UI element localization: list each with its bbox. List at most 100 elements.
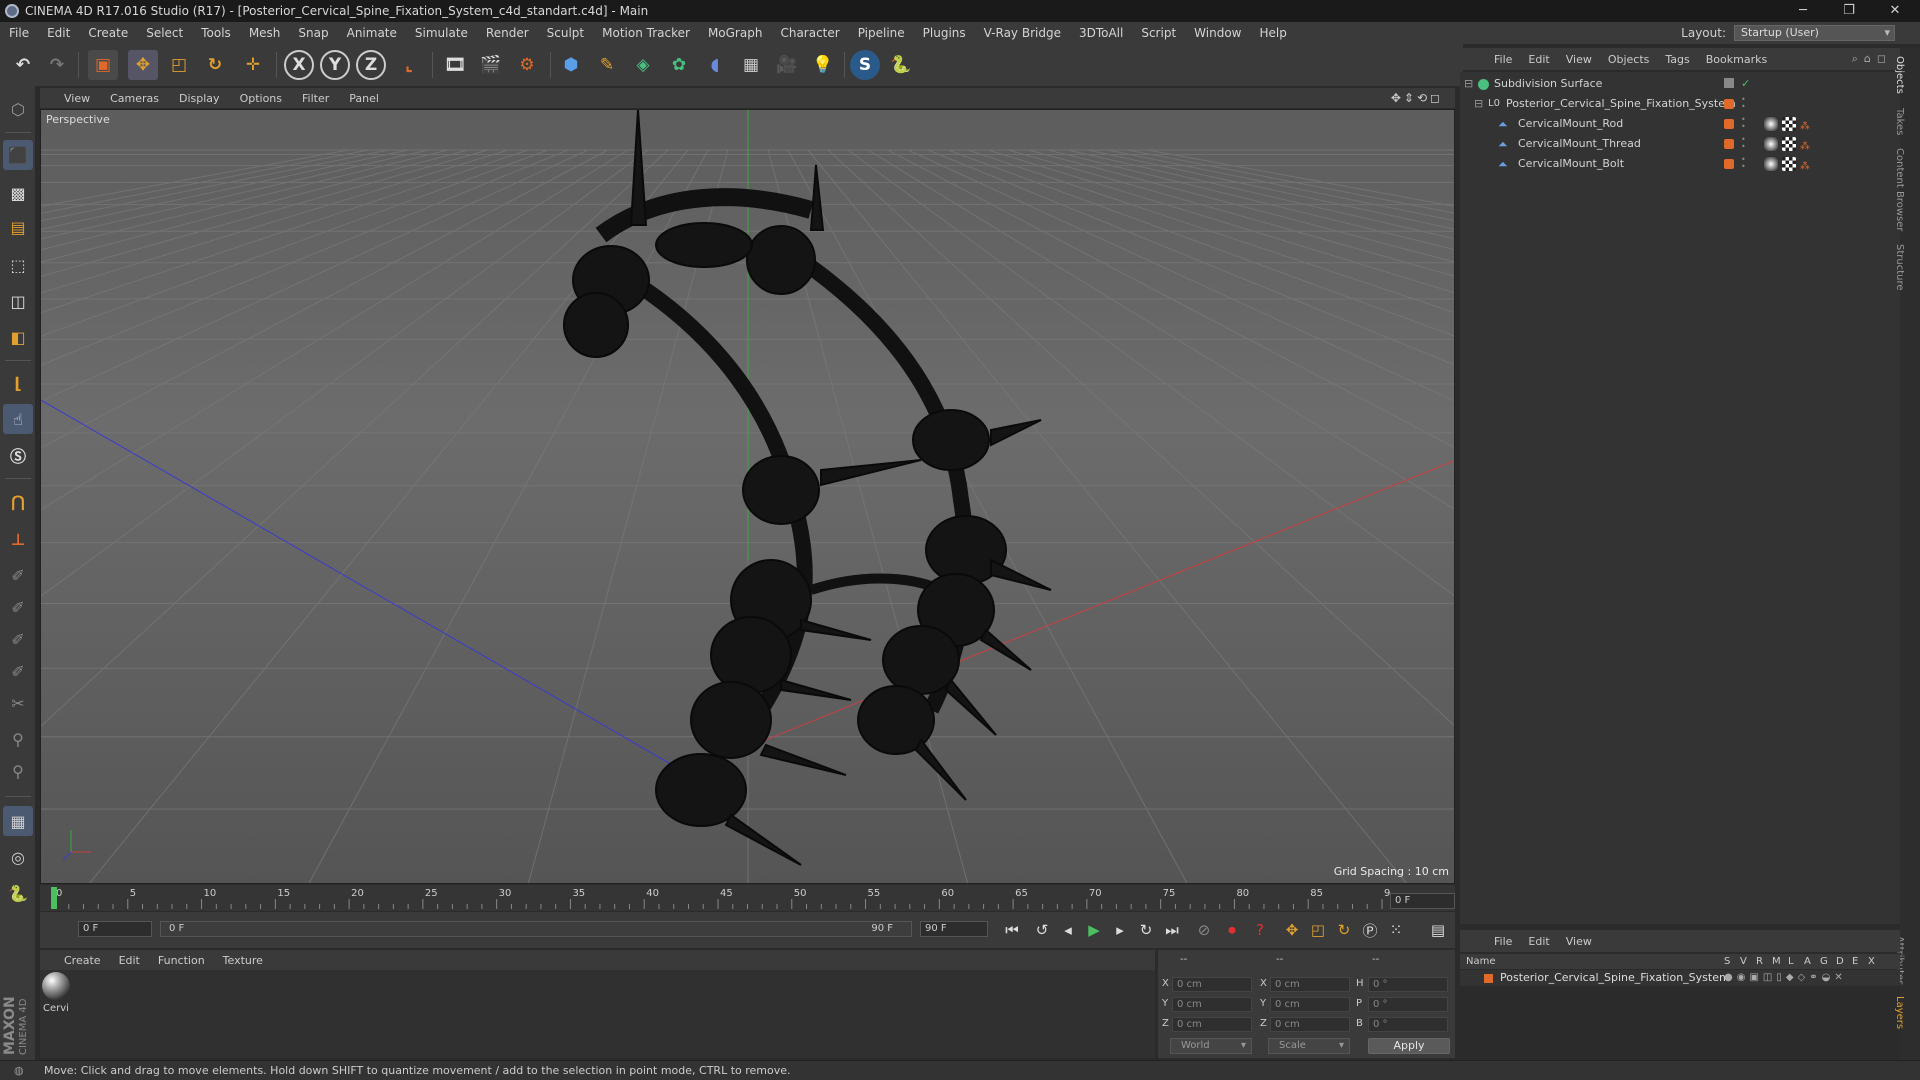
layer-menu-file[interactable]: File bbox=[1486, 935, 1520, 948]
spline-pen-icon[interactable]: ✎ bbox=[592, 50, 622, 80]
render-picture-viewer-icon[interactable]: 🎬 bbox=[476, 50, 506, 80]
timeline-menu-icon[interactable]: ▤ bbox=[1426, 918, 1450, 942]
object-menu-file[interactable]: File bbox=[1486, 53, 1520, 66]
menu-select[interactable]: Select bbox=[137, 26, 192, 40]
layer-menu-view[interactable]: View bbox=[1558, 935, 1600, 948]
material-preview-swatch[interactable] bbox=[42, 972, 70, 1000]
z-axis-lock-button[interactable]: Z bbox=[356, 50, 386, 80]
size-mode-dropdown[interactable]: Scale bbox=[1268, 1038, 1350, 1054]
phong-tag-icon[interactable]: ⁂ bbox=[1800, 117, 1814, 132]
light-icon[interactable]: 💡 bbox=[808, 50, 838, 80]
expand-toggle-icon[interactable]: ⊟ bbox=[1464, 74, 1473, 94]
object-row-cervicalmount-bolt[interactable]: ⏶ CervicalMount_Bolt • • ⁂ bbox=[1460, 154, 1900, 174]
previous-frame-icon[interactable]: ◂ bbox=[1056, 918, 1080, 942]
viewport-menu-panel[interactable]: Panel bbox=[339, 92, 389, 105]
position-z-field[interactable]: 0 cm bbox=[1172, 1017, 1252, 1032]
object-menu-tags[interactable]: Tags bbox=[1657, 53, 1697, 66]
layer-menu-edit[interactable]: Edit bbox=[1520, 935, 1557, 948]
coordinate-space-dropdown[interactable]: World bbox=[1170, 1038, 1252, 1054]
material-tag-icon[interactable] bbox=[1764, 137, 1778, 151]
visibility-dots-icon[interactable]: • • bbox=[1741, 96, 1747, 112]
menu-edit[interactable]: Edit bbox=[38, 26, 79, 40]
menu-mograph[interactable]: MoGraph bbox=[699, 26, 772, 40]
key-pla-icon[interactable]: ⁙ bbox=[1384, 918, 1408, 942]
model-mode-icon[interactable]: ⬛ bbox=[3, 140, 33, 170]
python-console-icon[interactable]: 🐍 bbox=[3, 878, 33, 908]
undo-icon[interactable]: ↶ bbox=[8, 50, 38, 80]
phong-tag-icon[interactable]: ⁂ bbox=[1800, 137, 1814, 152]
menu-motion-tracker[interactable]: Motion Tracker bbox=[593, 26, 699, 40]
timeline-ruler[interactable]: 051015202530354045505560657075808590 bbox=[40, 885, 1455, 911]
menu-script[interactable]: Script bbox=[1132, 26, 1185, 40]
texture-mode-icon[interactable]: ▩ bbox=[3, 178, 33, 208]
sculpt-brush-icon[interactable]: ✐ bbox=[3, 560, 33, 590]
edges-mode-icon[interactable]: ◫ bbox=[3, 286, 33, 316]
rotate-tool-icon[interactable]: ↻ bbox=[200, 50, 230, 80]
material-name[interactable]: Cervi bbox=[43, 1003, 69, 1014]
object-manager-search-icons[interactable]: ⌕⌂◻ bbox=[1852, 52, 1892, 66]
layer-icon[interactable] bbox=[1724, 78, 1734, 88]
next-key-icon[interactable]: ↻ bbox=[1134, 918, 1158, 942]
autokey-icon[interactable]: ? bbox=[1248, 918, 1272, 942]
perspective-viewport[interactable]: Perspective Grid Spacing : 10 cm bbox=[40, 109, 1455, 884]
layer-color-icon[interactable] bbox=[1484, 974, 1493, 983]
render-settings-icon[interactable]: ⚙ bbox=[512, 50, 542, 80]
menu-character[interactable]: Character bbox=[771, 26, 848, 40]
menu-help[interactable]: Help bbox=[1250, 26, 1295, 40]
script-manager-icon[interactable]: S bbox=[850, 50, 880, 80]
tweak-mode-icon[interactable]: ☝ bbox=[3, 404, 33, 434]
material-menu-create[interactable]: Create bbox=[40, 954, 110, 967]
size-z-field[interactable]: 0 cm bbox=[1270, 1017, 1350, 1032]
viewport-menu-filter[interactable]: Filter bbox=[292, 92, 339, 105]
menu-mesh[interactable]: Mesh bbox=[240, 26, 290, 40]
material-menu-texture[interactable]: Texture bbox=[214, 954, 272, 967]
minimize-button[interactable]: ─ bbox=[1780, 0, 1826, 22]
workplane-icon[interactable]: ⊥ bbox=[3, 524, 33, 554]
material-menu-edit[interactable]: Edit bbox=[110, 954, 149, 967]
rotation-h-field[interactable]: 0 ° bbox=[1368, 977, 1448, 992]
move-tool-icon[interactable]: ✥ bbox=[128, 50, 158, 80]
viewport-menu-cameras[interactable]: Cameras bbox=[100, 92, 169, 105]
menu-snap[interactable]: Snap bbox=[289, 26, 337, 40]
y-axis-lock-button[interactable]: Y bbox=[320, 50, 350, 80]
bridge-tool-icon[interactable]: ⚲ bbox=[3, 724, 33, 754]
render-view-icon[interactable]: 🎞 bbox=[440, 50, 470, 80]
menu-3dtoall[interactable]: 3DToAll bbox=[1070, 26, 1132, 40]
key-scale-icon[interactable]: ◰ bbox=[1306, 918, 1330, 942]
viewport-menu-display[interactable]: Display bbox=[169, 92, 230, 105]
live-selection-icon[interactable]: ▣ bbox=[88, 50, 118, 80]
mograph-cloner-icon[interactable]: ✿ bbox=[664, 50, 694, 80]
coordinate-system-icon[interactable]: ⌞ bbox=[394, 50, 424, 80]
layer-color-icon[interactable] bbox=[1724, 139, 1734, 149]
side-tab-objects[interactable]: Objects bbox=[1894, 56, 1905, 94]
frame-range-slider[interactable]: 0 F 90 F bbox=[160, 921, 912, 937]
object-row-cervicalmount-thread[interactable]: ⏶ CervicalMount_Thread • • ⁂ bbox=[1460, 134, 1900, 154]
object-menu-bookmarks[interactable]: Bookmarks bbox=[1698, 53, 1775, 66]
layer-row[interactable]: Posterior_Cervical_Spine_Fixation_System… bbox=[1460, 970, 1900, 986]
size-x-field[interactable]: 0 cm bbox=[1270, 977, 1350, 992]
key-parameter-icon[interactable]: Ⓟ bbox=[1358, 918, 1382, 942]
material-tag-icon[interactable] bbox=[1764, 157, 1778, 171]
object-row-cervicalmount-rod[interactable]: ⏶ CervicalMount_Rod • • ⁂ bbox=[1460, 114, 1900, 134]
menu-sculpt[interactable]: Sculpt bbox=[538, 26, 593, 40]
redo-icon[interactable]: ↷ bbox=[42, 50, 72, 80]
menu-pipeline[interactable]: Pipeline bbox=[849, 26, 914, 40]
layer-color-icon[interactable] bbox=[1724, 119, 1734, 129]
layer-color-icon[interactable] bbox=[1724, 99, 1734, 109]
menu-file[interactable]: File bbox=[0, 26, 38, 40]
apply-button[interactable]: Apply bbox=[1368, 1038, 1450, 1054]
deformer-icon[interactable]: ◖ bbox=[700, 50, 730, 80]
grid-lock-icon[interactable]: ▦ bbox=[3, 806, 33, 836]
menu-simulate[interactable]: Simulate bbox=[406, 26, 477, 40]
current-frame-field[interactable]: 0 F bbox=[1390, 893, 1455, 909]
maximize-button[interactable]: ❐ bbox=[1826, 0, 1872, 22]
close-button[interactable]: ✕ bbox=[1872, 0, 1918, 22]
viewport-navigation-icons[interactable]: ✥⇕⟲◻ bbox=[1391, 91, 1443, 105]
menu-window[interactable]: Window bbox=[1185, 26, 1250, 40]
subdivision-surface-icon[interactable]: ◈ bbox=[628, 50, 658, 80]
x-axis-lock-button[interactable]: X bbox=[284, 50, 314, 80]
expand-toggle-icon[interactable]: ⊟ bbox=[1474, 94, 1483, 114]
record-active-icon[interactable]: ⏺ bbox=[1220, 918, 1244, 942]
layout-dropdown[interactable]: Startup (User) bbox=[1734, 25, 1895, 41]
weld-tool-icon[interactable]: ⚲ bbox=[3, 756, 33, 786]
